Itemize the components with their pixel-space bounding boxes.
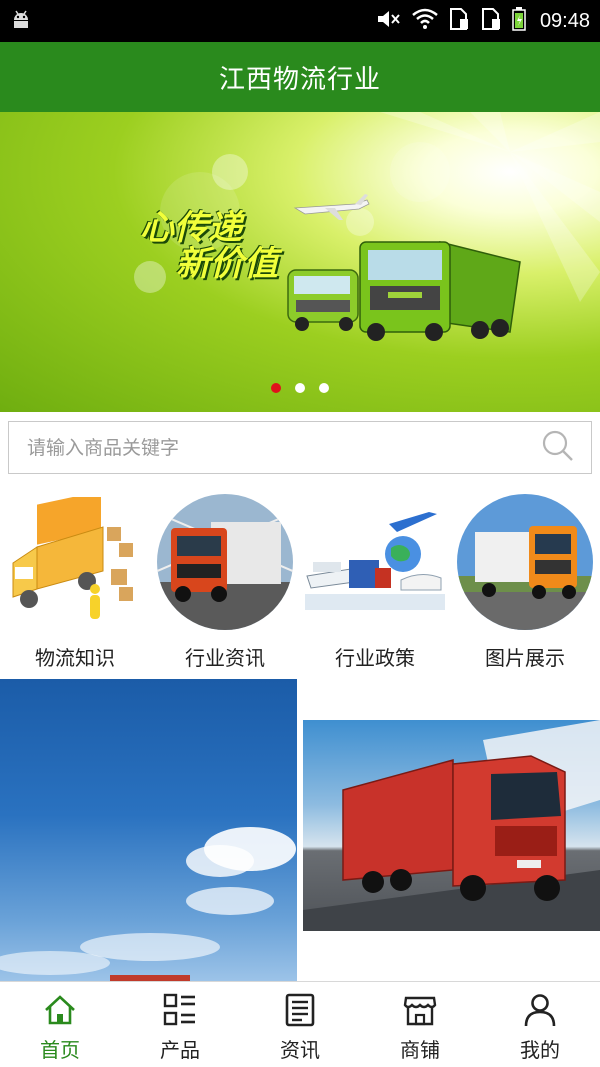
nav-label: 商铺 [400,1038,440,1062]
slogan-line-1: 心传递 [140,208,242,248]
featured-image-right[interactable] [303,720,600,931]
nav-item-products[interactable]: 产品 [120,982,240,1067]
nav-item-news[interactable]: 资讯 [240,982,360,1067]
sky-truck-graphic [0,827,296,981]
banner-sunburst-graphic [134,112,600,341]
nav-item-shop[interactable]: 商铺 [360,982,480,1067]
status-bar: 09:48 [0,0,600,42]
carousel-dot-2[interactable] [295,383,305,393]
slogan-line-2: 新价值 [176,244,278,284]
category-label: 行业政策 [335,646,415,670]
nav-label: 资讯 [280,1038,320,1062]
search-input[interactable] [27,436,541,459]
orange-truck-image [155,492,295,632]
category-label: 物流知识 [35,646,115,670]
category-label: 行业资讯 [185,646,265,670]
big-truck-graphic [359,241,521,341]
search-bar [8,421,592,474]
red-truck-graphic [303,720,600,931]
nav-label: 产品 [160,1038,200,1062]
user-icon [524,994,556,1027]
featured-image-left[interactable] [0,679,297,981]
news-icon [285,993,315,1027]
clock-time: 09:48 [539,9,590,32]
nav-item-home[interactable]: 首页 [0,982,120,1067]
sim1-icon [448,7,470,35]
android-icon [10,8,32,34]
transport-modes-image [305,492,445,632]
sim2-icon [480,7,502,35]
nav-label: 我的 [520,1038,560,1062]
shop-icon [403,996,437,1026]
orange-truck-road-image [455,492,595,632]
banner-slogan: 心传递 新价值 [140,210,278,282]
wifi-icon [412,8,438,34]
nav-label: 首页 [40,1038,80,1062]
carousel-dot-1[interactable] [271,383,281,393]
home-icon [45,995,75,1025]
small-truck-graphic [287,269,359,331]
category-item-photo-gallery[interactable]: 图片展示 [450,492,600,677]
category-label: 图片展示 [485,646,565,670]
category-item-industry-news[interactable]: 行业资讯 [150,492,300,677]
mute-icon [376,8,402,34]
banner-carousel[interactable]: 心传递 新价值 [0,112,600,412]
category-item-logistics-knowledge[interactable]: 物流知识 [0,492,150,677]
delivery-truck-boxes-image [5,492,145,632]
carousel-dot-3[interactable] [319,383,329,393]
battery-icon [512,7,526,35]
category-grid: 物流知识 行业资讯 行业政策 图片展示 [0,492,600,677]
nav-item-profile[interactable]: 我的 [480,982,600,1067]
category-item-industry-policy[interactable]: 行业政策 [300,492,450,677]
bottom-nav: 首页 产品 资讯 商铺 我的 [0,981,600,1067]
carousel-indicators [0,383,600,393]
app-header: 江西物流行业 [0,42,600,112]
grid-list-icon [163,993,195,1026]
page-title: 江西物流行业 [218,64,381,95]
search-icon[interactable] [541,429,575,467]
app-root: 09:48 江西物流行业 心传递 新价值 请输入商品关键字 物流知识 行业资讯 … [0,0,600,1067]
